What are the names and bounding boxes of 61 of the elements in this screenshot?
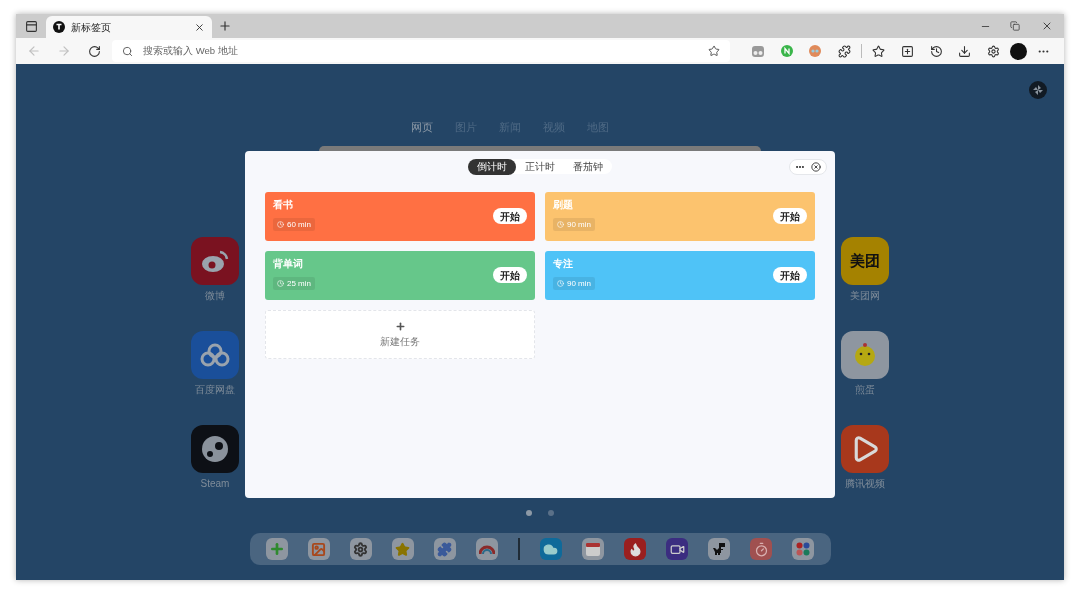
duration-chip: 60 min — [273, 218, 315, 231]
task-card[interactable]: 看书 60 min 开始 — [265, 192, 535, 241]
app-label: 腾讯视频 — [845, 477, 885, 490]
add-favorite-icon[interactable] — [708, 45, 720, 57]
address-bar[interactable]: 搜索或输入 Web 地址 — [112, 40, 730, 62]
app-label: 煎蛋 — [855, 383, 875, 396]
task-title: 刷题 — [553, 199, 574, 211]
puzzle-icon[interactable] — [433, 538, 456, 560]
steam-logo-icon[interactable] — [191, 425, 239, 473]
profile-avatar-icon[interactable] — [1010, 42, 1028, 60]
task-title: 专注 — [553, 258, 574, 270]
mode-tab[interactable]: 倒计时 — [468, 159, 516, 175]
app-label: 美团网 — [850, 289, 880, 302]
pinwheel-icon[interactable] — [1029, 81, 1047, 99]
add-icon — [394, 320, 406, 332]
duration-chip: 25 min — [273, 277, 315, 290]
task-card[interactable]: 背单词 25 min 开始 — [265, 251, 535, 300]
search-icon — [122, 45, 133, 57]
app-label: Steam — [200, 477, 230, 490]
timer-icon[interactable] — [750, 538, 773, 560]
star-icon[interactable] — [391, 538, 414, 560]
search-category-tab[interactable]: 网页 — [411, 120, 433, 136]
mode-tab[interactable]: 番茄钟 — [564, 159, 612, 175]
duration-chip: 90 min — [553, 277, 595, 290]
cloud-logo-icon[interactable] — [191, 331, 239, 379]
new-task-card[interactable]: 新建任务 — [265, 310, 535, 359]
task-card[interactable]: 专注 90 min 开始 — [545, 251, 815, 300]
apps-grid-icon[interactable] — [792, 538, 815, 560]
app-label: 微博 — [205, 289, 225, 302]
clock-icon — [277, 221, 284, 228]
meituan-logo[interactable]: 美团 — [841, 237, 889, 285]
weibo-logo-icon[interactable] — [191, 237, 239, 285]
task-title: 看书 — [273, 199, 294, 211]
address-placeholder: 搜索或输入 Web 地址 — [143, 43, 239, 58]
task-card[interactable]: 刷题 90 min 开始 — [545, 192, 815, 241]
start-button[interactable]: 开始 — [773, 208, 807, 224]
site-logo-icon — [53, 21, 65, 33]
browser-tab[interactable]: 新标签页 — [46, 16, 212, 38]
weather-icon[interactable] — [539, 538, 562, 560]
tab-title: 新标签页 — [71, 20, 112, 35]
start-button[interactable]: 开始 — [773, 267, 807, 283]
flame-icon[interactable] — [624, 538, 647, 560]
app-label: 百度网盘 — [195, 383, 235, 396]
dinosaur-icon[interactable] — [708, 538, 731, 560]
arc-chart-icon[interactable] — [475, 538, 498, 560]
film-camera-icon[interactable] — [666, 538, 689, 560]
calendar-icon[interactable] — [582, 538, 604, 560]
clock-icon — [557, 280, 564, 287]
new-task-label: 新建任务 — [380, 334, 420, 349]
close-tab-icon[interactable] — [194, 21, 205, 33]
chick-logo-icon[interactable] — [841, 331, 889, 379]
task-title: 背单词 — [273, 258, 304, 270]
mode-tab[interactable]: 正计时 — [516, 159, 564, 175]
clock-icon — [557, 221, 564, 228]
settings-icon[interactable] — [349, 538, 372, 560]
close-icon[interactable] — [811, 162, 821, 172]
play-logo-icon[interactable] — [841, 425, 889, 473]
clock-icon — [277, 280, 284, 287]
duration-chip: 90 min — [553, 218, 595, 231]
start-button[interactable]: 开始 — [493, 267, 527, 283]
start-button[interactable]: 开始 — [493, 208, 527, 224]
